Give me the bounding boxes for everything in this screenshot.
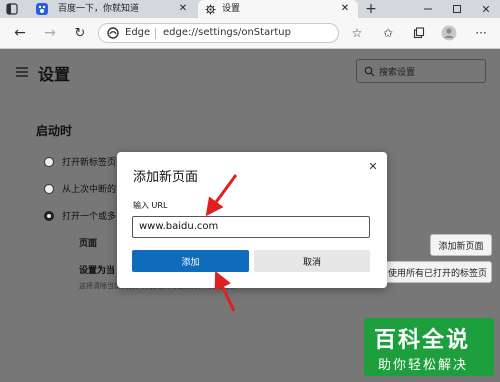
arrow-to-url-input (205, 174, 238, 217)
arrow-to-add-button (214, 270, 236, 312)
watermark-subtitle: 助你轻松解决 (378, 358, 469, 373)
watermark-title: 百科全说 (374, 328, 471, 353)
watermark-logo: 百科全说 助你轻松解决 (364, 318, 494, 376)
